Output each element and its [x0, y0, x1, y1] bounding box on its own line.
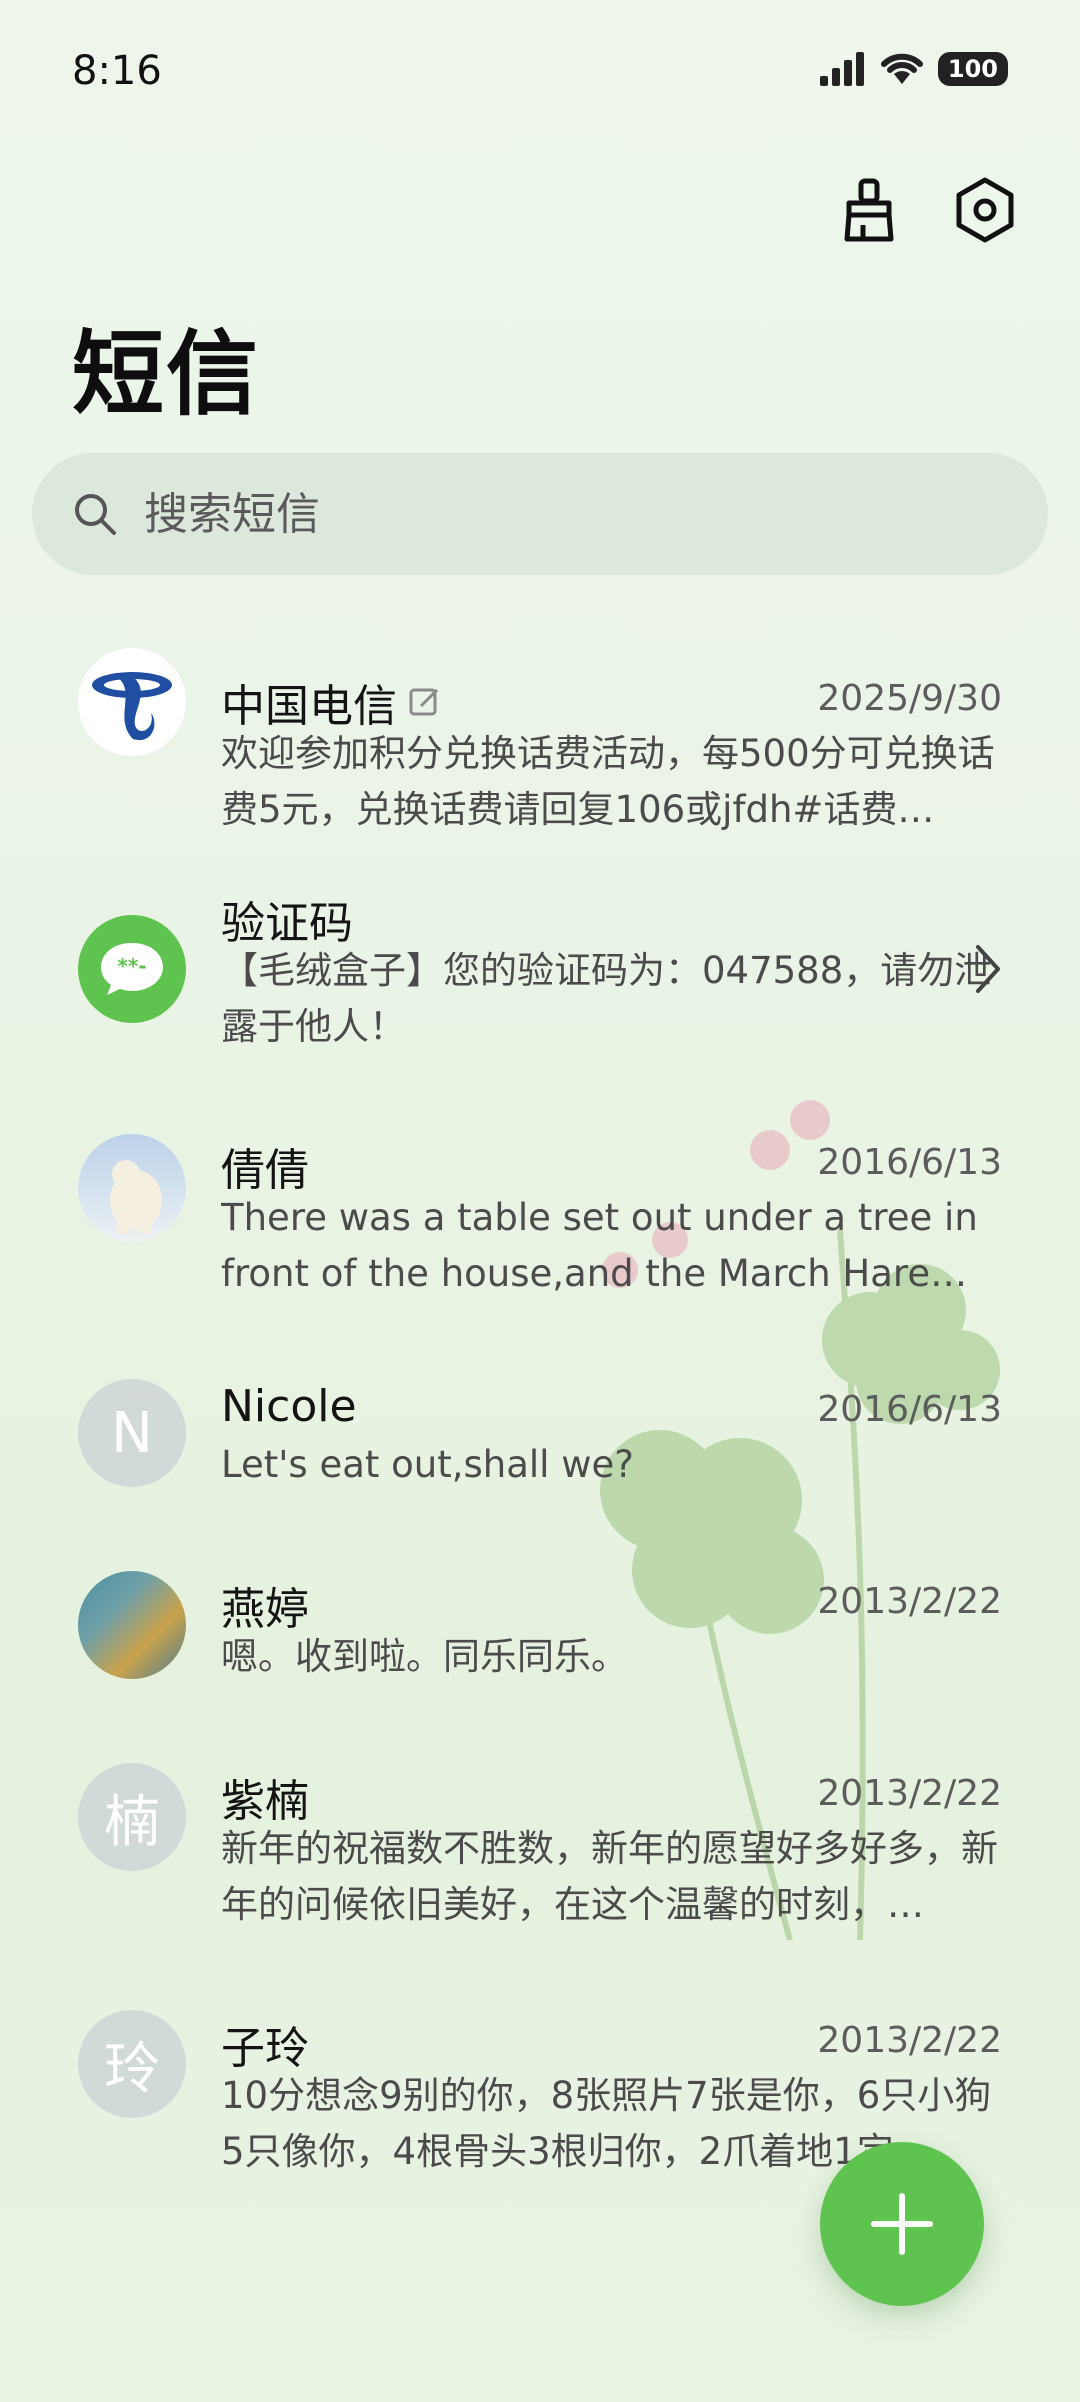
- conversation-name-text: 验证码: [221, 898, 353, 949]
- conversation-name: 验证码: [221, 887, 353, 951]
- avatar: 玲: [78, 2010, 186, 2118]
- chat-bubble-icon: **-: [101, 943, 163, 995]
- avatar: [78, 1571, 186, 1679]
- conversation-name-text: 中国电信: [221, 681, 397, 732]
- china-telecom-logo: [92, 672, 172, 741]
- search-bar[interactable]: [32, 453, 1048, 575]
- conversation-preview: 欢迎参加积分兑换话费活动，每500分可兑换话费5元，兑换话费请回复106或jfd…: [221, 732, 995, 831]
- wifi-icon: [880, 53, 923, 84]
- conversation-preview: Let's eat out,shall we?: [221, 1443, 634, 1486]
- conversation-name-text: 紫楠: [221, 1776, 309, 1827]
- conversation-name-text: 燕婷: [221, 1584, 309, 1635]
- signal-icon: [819, 52, 864, 86]
- conversation-preview: There was a table set out under a tree i…: [221, 1196, 978, 1295]
- conversation-preview: 嗯。收到啦。同乐同乐。: [221, 1635, 628, 1678]
- plus-icon: [871, 2193, 933, 2255]
- broom-icon: [844, 178, 894, 242]
- clean-button[interactable]: [834, 175, 904, 245]
- search-input[interactable]: [142, 487, 946, 541]
- avatar: **-: [78, 915, 186, 1023]
- conversation-row[interactable]: 楠 紫楠 2013/2/22 新年的祝福数不胜数，新年的愿望好多好多，新年的问候…: [0, 1755, 1080, 1995]
- conversation-name: 倩倩: [221, 1134, 309, 1198]
- compose-button[interactable]: [820, 2142, 984, 2306]
- conversation-date: 2016/6/13: [817, 1389, 1002, 1430]
- status-icons: 100: [819, 52, 1008, 86]
- conversation-date: 2025/9/30: [817, 678, 1002, 719]
- conversation-name-text: 子玲: [221, 2023, 309, 2074]
- conversation-name: 子玲: [221, 2012, 309, 2076]
- conversation-date: 2016/6/13: [817, 1142, 1002, 1183]
- search-icon: [70, 489, 120, 539]
- battery-indicator: 100: [937, 52, 1008, 86]
- svg-text:**-: **-: [117, 954, 146, 978]
- conversation-row[interactable]: 中国电信 2025/9/30 欢迎参加积分兑换话费活动，每500分可兑换话费5元…: [0, 630, 1080, 870]
- conversation-row[interactable]: **- 验证码 【毛绒盒子】您的验证码为：047588，请勿泄露于他人！: [0, 877, 1080, 1117]
- conversation-preview: 【毛绒盒子】您的验证码为：047588，请勿泄露于他人！: [221, 949, 992, 1048]
- avatar: 楠: [78, 1763, 186, 1871]
- conversation-date: 2013/2/22: [817, 1581, 1002, 1622]
- conversation-name-text: 倩倩: [221, 1145, 309, 1196]
- avatar: [78, 648, 186, 756]
- conversation-name-text: Nicole: [221, 1381, 357, 1432]
- page-title: 短信: [72, 321, 261, 428]
- header-actions: [834, 175, 1020, 245]
- conversation-preview: 新年的祝福数不胜数，新年的愿望好多好多，新年的问候依旧美好，在这个温馨的时刻，…: [221, 1827, 998, 1926]
- status-bar: 8:16 100: [0, 0, 1080, 150]
- chevron-right-icon: [976, 945, 1000, 993]
- conversation-name: 中国电信: [221, 670, 443, 734]
- conversation-name: 紫楠: [221, 1765, 309, 1829]
- settings-button[interactable]: [950, 175, 1020, 245]
- conversation-date: 2013/2/22: [817, 1773, 1002, 1814]
- conversation-date: 2013/2/22: [817, 2020, 1002, 2061]
- conversation-name: 燕婷: [221, 1573, 309, 1637]
- avatar: N: [78, 1379, 186, 1487]
- conversation-name: Nicole: [221, 1381, 357, 1432]
- settings-hexagon-icon: [956, 177, 1014, 243]
- conversation-row[interactable]: 倩倩 2016/6/13 There was a table set out u…: [0, 1124, 1080, 1364]
- status-time: 8:16: [72, 48, 162, 94]
- edit-note-icon: [409, 688, 439, 716]
- avatar: [78, 1134, 186, 1242]
- polar-bear-photo: [110, 1160, 162, 1234]
